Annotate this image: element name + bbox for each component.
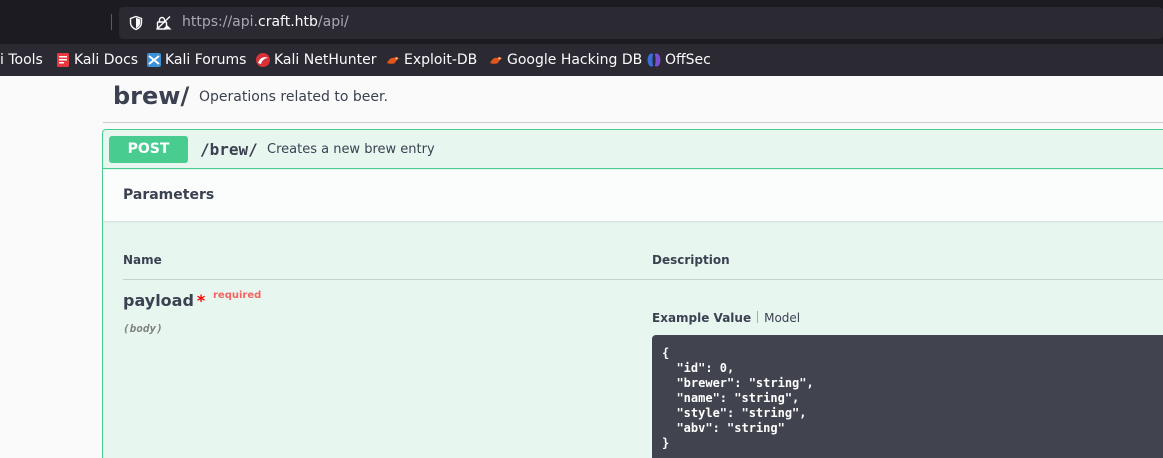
swagger-page: brew/ Operations related to beer. POST /… [0,76,1163,458]
bookmark-label: Exploit-DB [404,52,478,68]
parameter-in: (body) [123,322,163,335]
example-json: { "id": 0, "brewer": "string", "name": "… [662,346,814,450]
parameters-section-header: Parameters [103,170,1163,221]
example-value-box[interactable]: { "id": 0, "brewer": "string", "name": "… [652,335,1163,458]
column-header-description: Description [652,253,730,267]
kali-nethunter-icon [256,53,270,67]
model-example-tabs: Example Value Model [652,311,800,325]
browser-toolbar: https://api.craft.htb/api/ [0,0,1163,44]
bookmark-label: Kali NetHunter [274,52,377,68]
ghdb-icon [490,56,502,64]
offsec-icon [647,53,661,67]
bookmark-label: i Tools [0,52,43,68]
parameter-name: payload * [123,291,205,310]
tag-description: Operations related to beer. [199,89,388,105]
bookmarks-toolbar: i Tools Kali Docs Kali Forums Kali NetHu… [0,44,1163,76]
url-bar[interactable]: https://api.craft.htb/api/ [119,7,1163,39]
tab-model[interactable]: Model [764,311,800,325]
url-suffix: /api/ [317,14,349,30]
tag-title[interactable]: brew/ [113,82,189,110]
bookmark-label: Google Hacking DB [507,52,643,68]
toolbar-separator [111,14,112,30]
opblock-summary[interactable]: POST /brew/ Creates a new brew entry [103,130,1163,169]
url-host: craft.htb [258,14,318,30]
kali-docs-icon [57,53,69,67]
operation-path: /brew/ [200,140,258,159]
parameter-name-text: payload [123,291,194,310]
tab-example-value[interactable]: Example Value [652,311,751,325]
bookmark-label: Kali Forums [165,52,247,68]
url-prefix: https://api. [182,14,258,30]
required-asterisk: * [196,291,206,310]
tag-divider [103,122,1163,123]
operation-summary: Creates a new brew entry [267,142,435,157]
required-label: required [213,290,262,301]
column-header-divider [123,279,1163,280]
kali-forums-icon [147,53,161,67]
bookmark-label: OffSec [665,52,711,68]
method-badge: POST [109,136,188,163]
url-text[interactable]: https://api.craft.htb/api/ [182,14,349,30]
insecure-lock-icon[interactable] [155,15,173,31]
opblock-post-brew: POST /brew/ Creates a new brew entry Par… [102,129,1163,458]
parameters-title: Parameters [123,187,215,203]
bookmark-label: Kali Docs [74,52,139,68]
column-header-name: Name [123,253,162,267]
tab-separator [757,311,759,323]
tracking-protection-shield-icon[interactable] [128,15,144,31]
exploit-db-icon [387,56,399,64]
